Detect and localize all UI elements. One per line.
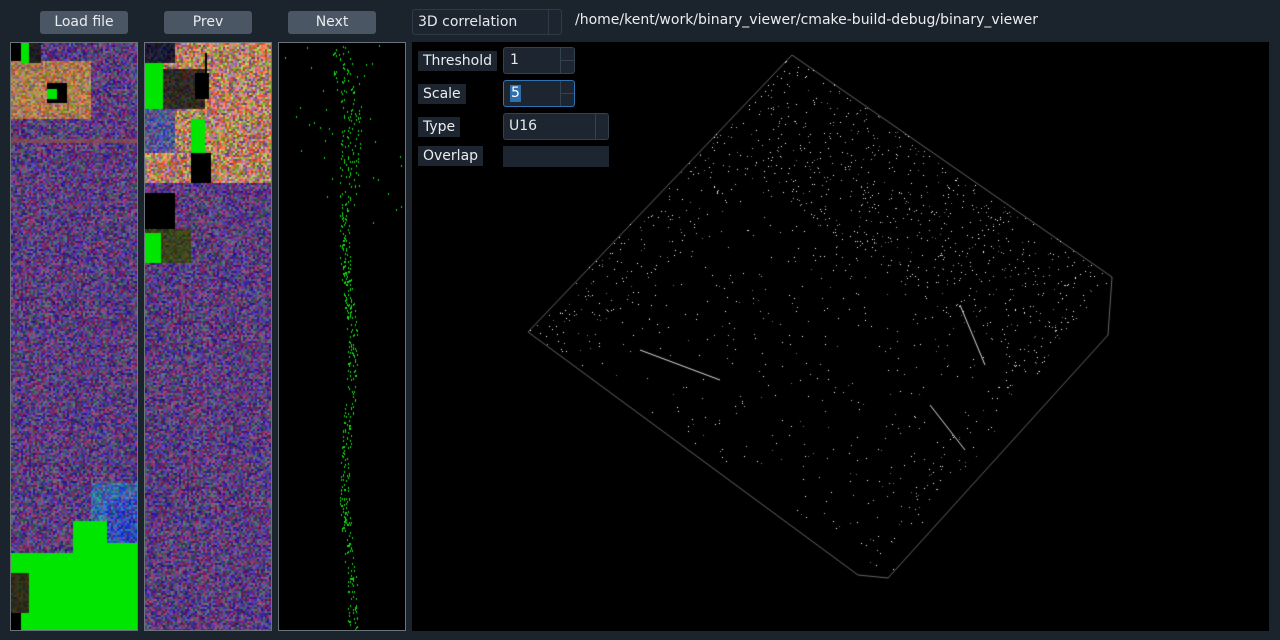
scale-spinbox[interactable]: 5 xyxy=(503,80,575,107)
spin-arrows-icon[interactable] xyxy=(560,48,574,73)
overlap-label: Overlap xyxy=(418,146,484,166)
overlap-field[interactable] xyxy=(503,146,609,167)
dropdown-arrow-icon xyxy=(548,10,549,34)
entropy-trace-canvas[interactable] xyxy=(279,43,405,630)
next-button[interactable]: Next xyxy=(288,11,376,34)
entropy-trace-panel[interactable] xyxy=(278,42,406,631)
file-path-label: /home/kent/work/binary_viewer/cmake-buil… xyxy=(575,12,1039,28)
threshold-spinbox[interactable]: 1 xyxy=(503,47,575,74)
dropdown-arrow-icon xyxy=(595,114,596,139)
spin-arrows-icon[interactable] xyxy=(560,81,574,106)
byte-map-zoomed-panel[interactable] xyxy=(144,42,272,631)
scale-value: 5 xyxy=(510,85,521,102)
view-mode-value: 3D correlation xyxy=(418,14,518,30)
threshold-value: 1 xyxy=(510,52,519,68)
byte-map-overview-canvas[interactable] xyxy=(11,43,137,630)
scale-label: Scale xyxy=(418,84,466,104)
type-value: U16 xyxy=(509,118,538,134)
load-file-button[interactable]: Load file xyxy=(40,11,128,34)
threshold-label: Threshold xyxy=(418,51,497,71)
type-select[interactable]: U16 xyxy=(503,113,609,140)
byte-map-zoomed-canvas[interactable] xyxy=(145,43,271,630)
type-label: Type xyxy=(418,117,461,137)
view-mode-select[interactable]: 3D correlation xyxy=(412,9,562,35)
byte-map-overview-panel[interactable] xyxy=(10,42,138,631)
prev-button[interactable]: Prev xyxy=(164,11,252,34)
